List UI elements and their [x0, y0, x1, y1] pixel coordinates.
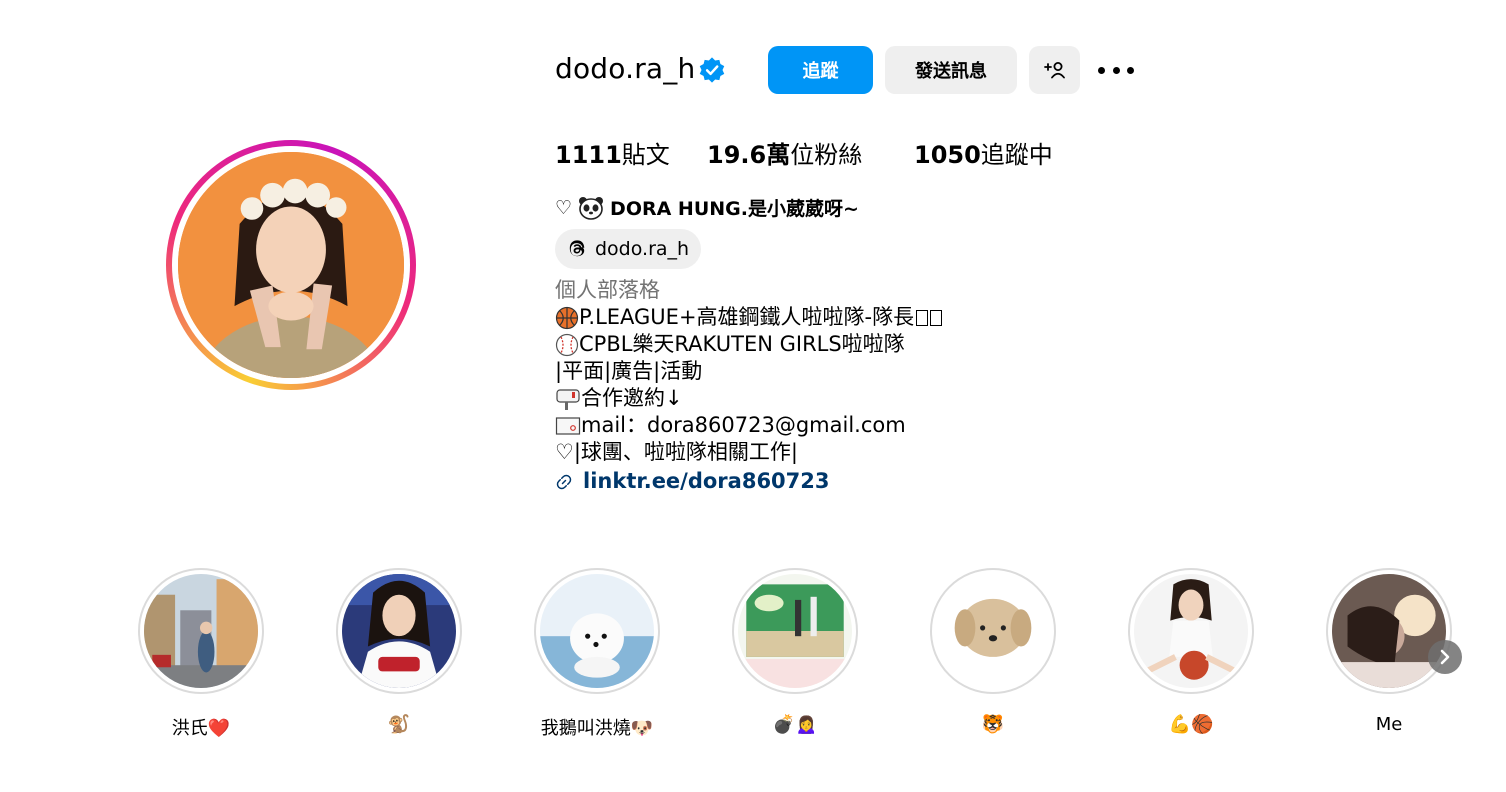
- highlight-label: 🐒: [387, 714, 411, 735]
- link-icon: [556, 474, 572, 489]
- highlight-cover: [540, 574, 654, 688]
- highlight-ring: [534, 568, 660, 694]
- highlight-ring: [138, 568, 264, 694]
- highlight-cover: [936, 574, 1050, 688]
- threads-icon: [569, 240, 585, 257]
- highlight-ring: [1128, 568, 1254, 694]
- threads-link[interactable]: dodo.ra_h: [555, 229, 702, 269]
- full-name-heart: ♡: [555, 196, 573, 219]
- bio-line: mail：dora860723@gmail.com: [555, 412, 942, 439]
- posts-stat: 1111 貼文: [555, 135, 707, 170]
- missing-glyph-icon: [916, 309, 929, 326]
- highlight-cover: [342, 574, 456, 688]
- highlight-dog-image: [540, 574, 654, 688]
- bio-line: 合作邀約↓: [555, 385, 942, 412]
- highlight-cheer-image: [342, 574, 456, 688]
- highlight-label: 我鵝叫洪燒🐶: [540, 718, 654, 739]
- external-link-text: linktr.ee/dora860723: [583, 469, 830, 493]
- highlight-item[interactable]: 🐯: [930, 568, 1056, 735]
- suggested-users-button[interactable]: [1029, 46, 1080, 94]
- highlight-dance-image: [738, 574, 852, 688]
- highlight-item[interactable]: 我鵝叫洪燒🐶: [534, 568, 660, 739]
- highlight-label: 💣🙍‍♀️: [772, 714, 818, 735]
- bio-text: P.LEAGUE+高雄鋼鐵人啦啦隊-隊長: [579, 305, 915, 329]
- envelope-icon: [555, 416, 581, 435]
- highlight-label: 💪🏀: [1168, 714, 1214, 735]
- highlight-label: 洪氏❤️: [171, 718, 231, 739]
- highlight-cover: [1332, 574, 1446, 688]
- highlight-item[interactable]: 🐒: [336, 568, 462, 735]
- highlight-item[interactable]: 💪🏀: [1128, 568, 1254, 735]
- avatar-gap: [172, 146, 410, 384]
- highlight-label: 🐯: [981, 714, 1005, 735]
- missing-glyph-icon: [930, 309, 943, 326]
- bio-text: |平面|廣告|活動: [555, 359, 703, 383]
- baseball-icon: [555, 333, 579, 356]
- threads-handle: dodo.ra_h: [595, 238, 690, 260]
- bio-text: ♡|球團、啦啦隊相關工作|: [555, 440, 798, 464]
- add-user-icon: [1043, 62, 1065, 79]
- external-link[interactable]: linktr.ee/dora860723: [555, 468, 942, 495]
- avatar-illustration: [178, 152, 404, 378]
- highlight-dog-drawing-image: [936, 574, 1050, 688]
- bio: 個人部落格 P.LEAGUE+高雄鋼鐵人啦啦隊-隊長 CPBL樂天RAKUTEN…: [555, 277, 943, 495]
- bio-text: CPBL樂天RAKUTEN GIRLS啦啦隊: [579, 332, 905, 356]
- verified-badge-icon: [699, 57, 725, 83]
- bio-text: 合作邀約↓: [581, 386, 683, 410]
- panda-icon: [579, 196, 604, 220]
- highlight-cover: [738, 574, 852, 688]
- highlight-item[interactable]: Me: [1326, 568, 1452, 735]
- highlight-street-image: [144, 574, 258, 688]
- following-stat[interactable]: 1050 追蹤中: [914, 135, 1053, 170]
- mailbox-icon: [556, 388, 580, 410]
- posts-count: 1111: [555, 141, 622, 169]
- highlight-ring: [930, 568, 1056, 694]
- followers-stat[interactable]: 19.6萬 位粉絲: [707, 135, 914, 170]
- highlight-item[interactable]: 💣🙍‍♀️: [732, 568, 858, 735]
- more-options-icon[interactable]: [1098, 60, 1134, 80]
- category-label: 個人部落格: [555, 278, 660, 302]
- full-name-text: DORA HUNG.是小葳葳呀~: [610, 198, 859, 220]
- bio-line: CPBL樂天RAKUTEN GIRLS啦啦隊: [555, 331, 942, 358]
- highlight-ring: [732, 568, 858, 694]
- highlights-next-button[interactable]: [1428, 640, 1462, 674]
- following-label: 追蹤中: [980, 141, 1053, 169]
- follow-button[interactable]: 追蹤: [768, 46, 873, 94]
- highlight-label: Me: [1375, 714, 1403, 735]
- highlight-ring: [1326, 568, 1452, 694]
- bio-text: mail：dora860723@gmail.com: [581, 413, 906, 437]
- full-name: ♡ DORA HUNG.是小葳葳呀~: [555, 194, 859, 221]
- highlight-ring: [336, 568, 462, 694]
- highlight-basketball-image: [1134, 574, 1248, 688]
- profile-stats: 1111 貼文 19.6萬 位粉絲 1050 追蹤中: [555, 135, 1053, 170]
- followers-count: 19.6萬: [707, 141, 791, 169]
- chevron-right-icon: [1440, 649, 1450, 665]
- basketball-icon: [555, 306, 579, 329]
- profile-avatar-ring[interactable]: [166, 140, 416, 390]
- highlight-me-image: [1332, 574, 1446, 688]
- profile-avatar[interactable]: [178, 152, 404, 378]
- highlight-cover: [1134, 574, 1248, 688]
- bio-line: |平面|廣告|活動: [555, 358, 942, 385]
- followers-label: 位粉絲: [790, 141, 863, 169]
- bio-line: P.LEAGUE+高雄鋼鐵人啦啦隊-隊長: [555, 304, 943, 331]
- posts-label: 貼文: [621, 141, 670, 169]
- highlight-cover: [144, 574, 258, 688]
- send-message-button[interactable]: 發送訊息: [885, 46, 1017, 94]
- following-count: 1050: [914, 141, 981, 169]
- highlight-item[interactable]: 洪氏❤️: [138, 568, 264, 739]
- bio-line: ♡|球團、啦啦隊相關工作|: [555, 439, 942, 466]
- username: dodo.ra_h: [555, 52, 696, 85]
